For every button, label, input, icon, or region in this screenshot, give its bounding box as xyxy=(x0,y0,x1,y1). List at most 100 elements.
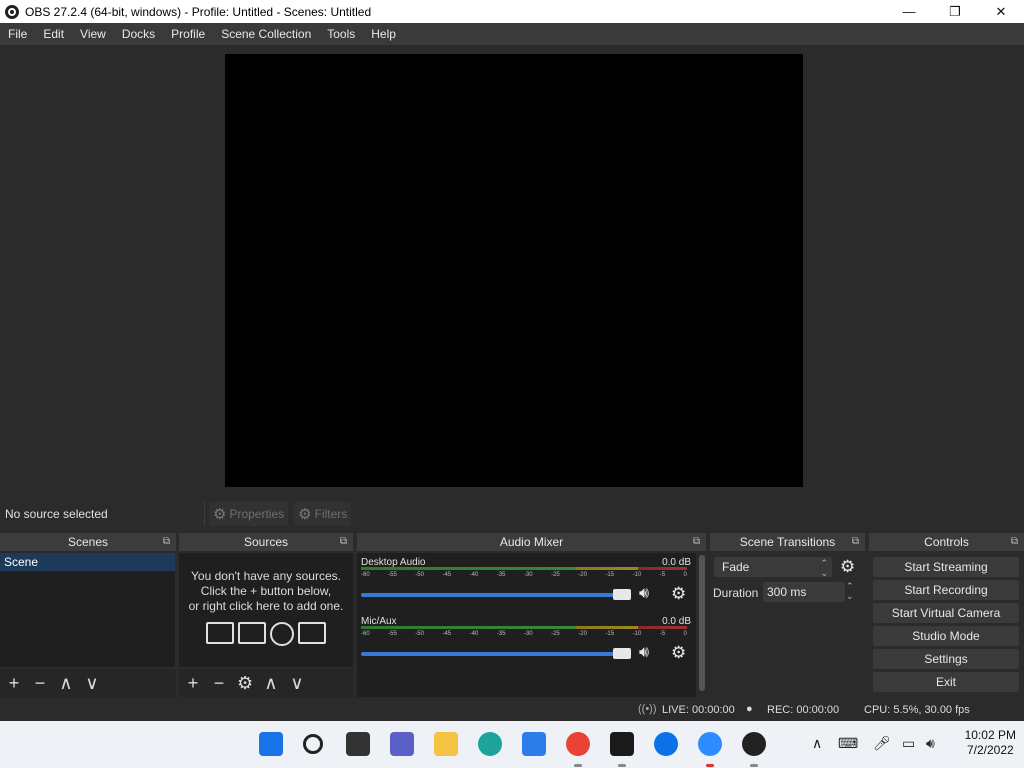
tick-label: -15 xyxy=(605,572,615,578)
float-icon[interactable]: ⧉ xyxy=(340,533,347,551)
terminal-icon[interactable] xyxy=(610,732,634,756)
clock[interactable]: 10:02 PM 7/2/2022 xyxy=(965,728,1016,758)
source-toolbar: No source selected ⚙ Properties ⚙ Filter… xyxy=(0,500,1024,528)
cpu-status: CPU: 5.5%, 30.00 fps xyxy=(864,704,970,716)
keyboard-icon[interactable]: ⌨ xyxy=(838,735,858,752)
obs-icon[interactable] xyxy=(742,732,766,756)
image-icon xyxy=(206,622,234,644)
controls-title: Controls xyxy=(924,535,969,549)
scenes-title: Scenes xyxy=(67,535,109,549)
gear-icon[interactable]: ⚙ xyxy=(237,674,253,692)
spinner-arrows-icon[interactable]: ⌃ ⌄ xyxy=(846,581,854,601)
zalo-icon[interactable] xyxy=(654,732,678,756)
gear-icon[interactable]: ⚙ xyxy=(671,643,686,663)
display-icon xyxy=(238,622,266,644)
minimize-button[interactable]: — xyxy=(886,0,932,23)
store-icon[interactable] xyxy=(522,732,546,756)
menu-edit[interactable]: Edit xyxy=(35,23,72,45)
studio-mode-button[interactable]: Studio Mode xyxy=(873,626,1019,646)
volume-meter xyxy=(361,567,687,570)
chevron-up-icon[interactable]: ∧ xyxy=(812,735,822,752)
preview-canvas[interactable] xyxy=(225,54,803,487)
menu-bar: File Edit View Docks Profile Scene Colle… xyxy=(0,23,1024,45)
scene-list[interactable]: Scene xyxy=(0,553,175,667)
duration-input[interactable]: 300 ms xyxy=(763,582,845,602)
transition-select[interactable]: Fade ⌃ ⌄ xyxy=(714,557,832,578)
menu-scene-collection[interactable]: Scene Collection xyxy=(213,23,319,45)
move-down-icon[interactable]: ∨ xyxy=(289,674,305,692)
tick-label: -35 xyxy=(496,631,506,637)
clock-date: 7/2/2022 xyxy=(966,743,1014,757)
microphone-icon[interactable]: 🎤︎ xyxy=(873,735,891,752)
menu-profile[interactable]: Profile xyxy=(163,23,213,45)
tick-label: -50 xyxy=(415,572,424,578)
gear-icon[interactable]: ⚙ xyxy=(671,584,686,604)
window-buttons: — ❐ ✕ xyxy=(886,0,1024,23)
add-icon[interactable]: + xyxy=(185,674,201,692)
chrome-icon[interactable] xyxy=(566,732,590,756)
properties-button[interactable]: ⚙ Properties xyxy=(209,502,289,526)
teams-chat-icon[interactable] xyxy=(390,732,414,756)
file-explorer-icon[interactable] xyxy=(434,732,458,756)
tick-label: -15 xyxy=(605,631,615,637)
globe-icon xyxy=(270,622,294,646)
menu-view[interactable]: View xyxy=(72,23,114,45)
start-virtual-camera-button[interactable]: Start Virtual Camera xyxy=(873,603,1019,623)
source-list[interactable]: You don't have any sources. Click the + … xyxy=(179,553,353,667)
volume-icon[interactable]: 🔊︎ xyxy=(926,735,935,752)
move-up-icon[interactable]: ∧ xyxy=(263,674,279,692)
scene-item[interactable]: Scene xyxy=(0,553,175,571)
source-empty-line1: You don't have any sources. xyxy=(191,569,341,583)
remove-icon[interactable]: − xyxy=(211,674,227,692)
channel-mic-aux: Mic/Aux 0.0 dB -60 -55 -50 -45 -40 -35 -… xyxy=(361,616,691,671)
menu-docks[interactable]: Docks xyxy=(114,23,163,45)
zoom-icon[interactable] xyxy=(698,732,722,756)
volume-slider-handle[interactable] xyxy=(613,648,631,659)
speaker-icon[interactable]: 🔊︎ xyxy=(639,585,649,603)
menu-help[interactable]: Help xyxy=(363,23,404,45)
move-down-icon[interactable]: ∨ xyxy=(84,674,100,692)
source-type-icons xyxy=(179,622,353,646)
task-view-icon[interactable] xyxy=(346,732,370,756)
close-button[interactable]: ✕ xyxy=(978,0,1024,23)
mixer-body: Desktop Audio 0.0 dB -60 -55 -50 -45 -40… xyxy=(357,553,706,697)
restore-button[interactable]: ❐ xyxy=(932,0,978,23)
remove-icon[interactable]: − xyxy=(32,674,48,692)
menu-file[interactable]: File xyxy=(0,23,35,45)
tick-label: -55 xyxy=(388,572,397,578)
volume-slider[interactable] xyxy=(361,593,625,597)
controls-dock: Controls ⧉ Start Streaming Start Recordi… xyxy=(869,533,1024,697)
settings-button[interactable]: Settings xyxy=(873,649,1019,669)
windows-start-icon[interactable] xyxy=(259,732,283,756)
search-icon[interactable] xyxy=(303,734,323,754)
transitions-body: Fade ⌃ ⌄ ⚙ Duration 300 ms ⌃ ⌄ xyxy=(710,553,865,697)
volume-slider[interactable] xyxy=(361,652,625,656)
start-recording-button[interactable]: Start Recording xyxy=(873,580,1019,600)
float-icon[interactable]: ⧉ xyxy=(163,533,170,551)
start-streaming-button[interactable]: Start Streaming xyxy=(873,557,1019,577)
volume-slider-handle[interactable] xyxy=(613,589,631,600)
network-icon[interactable]: ▭ xyxy=(902,735,915,752)
exit-button[interactable]: Exit xyxy=(873,672,1019,692)
mixer-scrollbar[interactable] xyxy=(698,553,706,697)
float-icon[interactable]: ⧉ xyxy=(852,533,859,551)
float-icon[interactable]: ⧉ xyxy=(693,533,700,551)
running-indicator xyxy=(750,764,758,767)
gear-icon[interactable]: ⚙ xyxy=(840,557,855,577)
properties-label: Properties xyxy=(229,507,285,521)
float-icon[interactable]: ⧉ xyxy=(1011,533,1018,551)
running-indicator xyxy=(574,764,582,767)
source-empty-line3: or right click here to add one. xyxy=(188,599,344,613)
mixer-title: Audio Mixer xyxy=(499,535,564,549)
add-icon[interactable]: + xyxy=(6,674,22,692)
speaker-icon[interactable]: 🔊︎ xyxy=(639,644,649,662)
menu-tools[interactable]: Tools xyxy=(319,23,363,45)
obs-app-icon xyxy=(5,4,19,19)
tick-label: -35 xyxy=(496,572,506,578)
edge-icon[interactable] xyxy=(478,732,502,756)
move-up-icon[interactable]: ∧ xyxy=(58,674,74,692)
filter-icon: ⚙ xyxy=(298,506,312,523)
filters-button[interactable]: ⚙ Filters xyxy=(294,502,352,526)
scrollbar-thumb[interactable] xyxy=(699,555,705,691)
tick-label: -10 xyxy=(632,572,642,578)
